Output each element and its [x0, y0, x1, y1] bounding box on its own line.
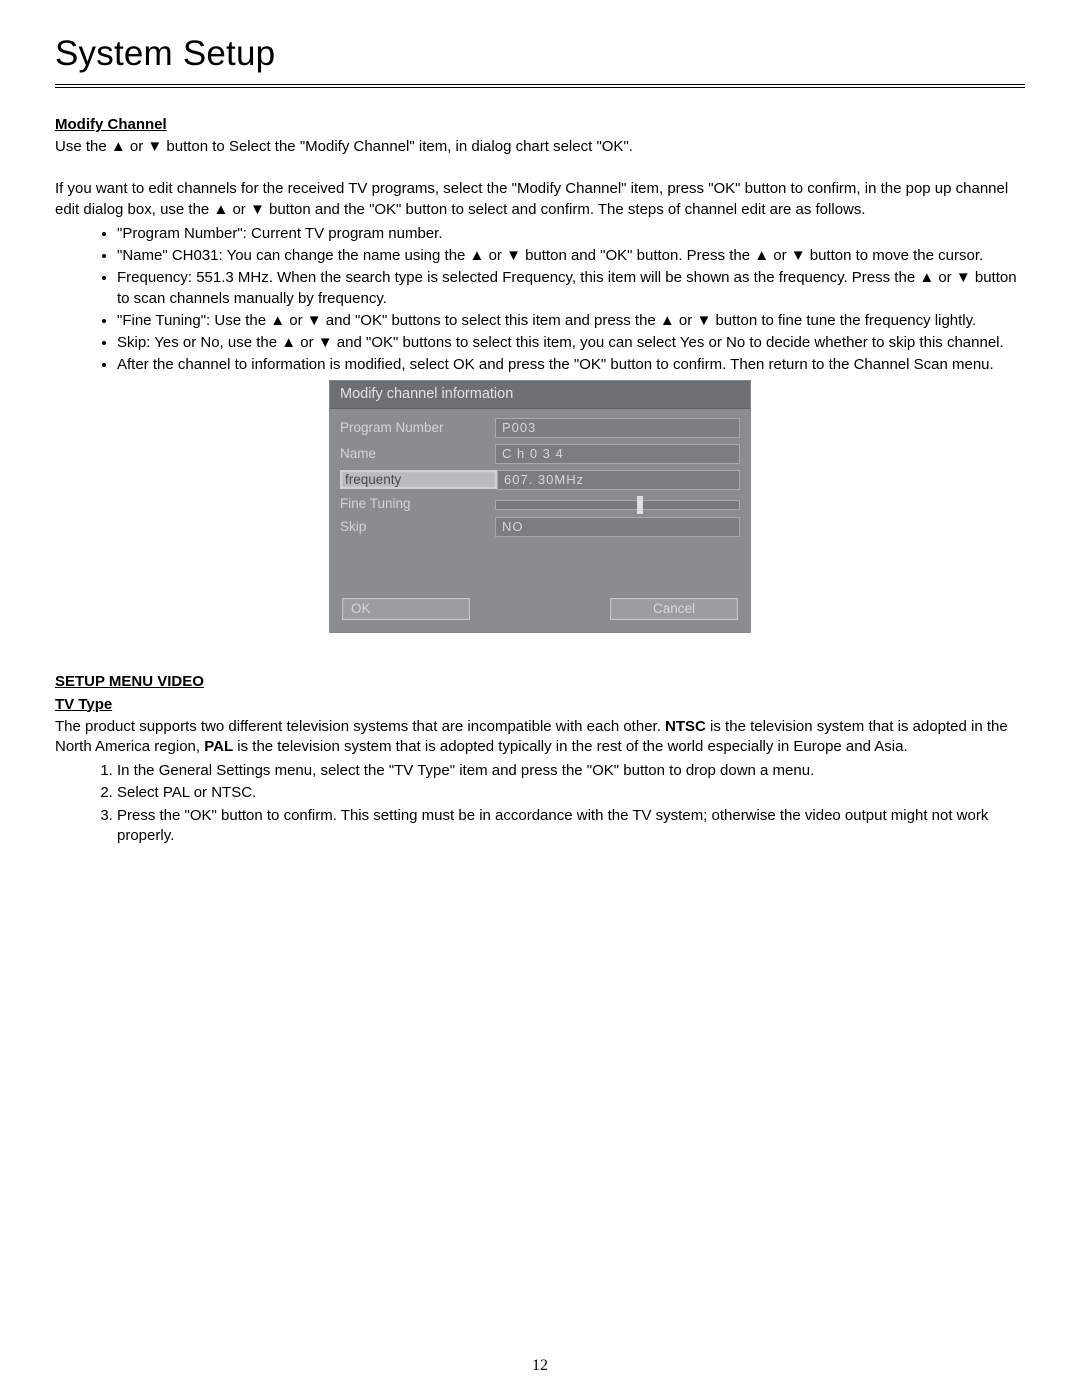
- tv-type-heading: TV Type: [55, 696, 1025, 713]
- osd-label: Name: [340, 446, 495, 461]
- osd-ok-button[interactable]: OK: [342, 598, 470, 620]
- modify-channel-intro: Use the ▲ or ▼ button to Select the "Mod…: [55, 137, 1025, 157]
- document-page: System Setup Modify Channel Use the ▲ or…: [0, 0, 1080, 1397]
- modify-channel-heading: Modify Channel: [55, 116, 1025, 133]
- osd-label-selected[interactable]: frequenty: [340, 470, 497, 489]
- setup-menu-video-heading: SETUP MENU VIDEO: [55, 673, 1025, 690]
- step-item: Select PAL or NTSC.: [117, 783, 1025, 803]
- osd-value-frequency[interactable]: 607. 30MHz: [497, 470, 740, 490]
- step-item: Press the "OK" button to confirm. This s…: [117, 806, 1025, 847]
- text-fragment: is the television system that is adopted…: [233, 738, 908, 755]
- osd-value-name[interactable]: C h 0 3 4: [495, 444, 740, 464]
- osd-button-row: OK Cancel: [340, 592, 740, 626]
- osd-title: Modify channel information: [330, 381, 750, 409]
- ntsc-label: NTSC: [665, 718, 706, 735]
- osd-fine-tuning-slider[interactable]: [495, 500, 740, 510]
- title-rule: [55, 84, 1025, 88]
- modify-channel-para2: If you want to edit channels for the rec…: [55, 179, 1025, 220]
- bullet-item: "Fine Tuning": Use the ▲ or ▼ and "OK" b…: [117, 311, 1025, 331]
- osd-dialog: Modify channel information Program Numbe…: [329, 380, 751, 633]
- tv-type-paragraph: The product supports two different telev…: [55, 717, 1025, 758]
- bullet-item: After the channel to information is modi…: [117, 355, 1025, 375]
- osd-value-program-number[interactable]: P003: [495, 418, 740, 438]
- page-title: System Setup: [55, 34, 1025, 74]
- bullet-item: "Program Number": Current TV program num…: [117, 224, 1025, 244]
- pal-label: PAL: [204, 738, 233, 755]
- osd-row-program-number: Program Number P003: [340, 415, 740, 441]
- osd-label: Program Number: [340, 420, 495, 435]
- page-number: 12: [0, 1357, 1080, 1375]
- osd-cancel-button[interactable]: Cancel: [610, 598, 738, 620]
- osd-label: Skip: [340, 519, 495, 534]
- osd-label: Fine Tuning: [340, 496, 495, 511]
- tv-type-steps: In the General Settings menu, select the…: [55, 761, 1025, 846]
- osd-row-frequency: frequenty 607. 30MHz: [340, 467, 740, 493]
- bullet-item: "Name" CH031: You can change the name us…: [117, 246, 1025, 266]
- osd-row-skip: Skip NO: [340, 514, 740, 540]
- bullet-item: Frequency: 551.3 MHz. When the search ty…: [117, 268, 1025, 309]
- bullet-item: Skip: Yes or No, use the ▲ or ▼ and "OK"…: [117, 333, 1025, 353]
- osd-value-skip[interactable]: NO: [495, 517, 740, 537]
- text-fragment: The product supports two different telev…: [55, 718, 665, 735]
- step-item: In the General Settings menu, select the…: [117, 761, 1025, 781]
- modify-channel-bullets: "Program Number": Current TV program num…: [55, 224, 1025, 376]
- slider-thumb-icon[interactable]: [637, 496, 643, 514]
- osd-body: Program Number P003 Name C h 0 3 4 frequ…: [330, 409, 750, 632]
- osd-row-name: Name C h 0 3 4: [340, 441, 740, 467]
- osd-row-fine-tuning: Fine Tuning: [340, 493, 740, 514]
